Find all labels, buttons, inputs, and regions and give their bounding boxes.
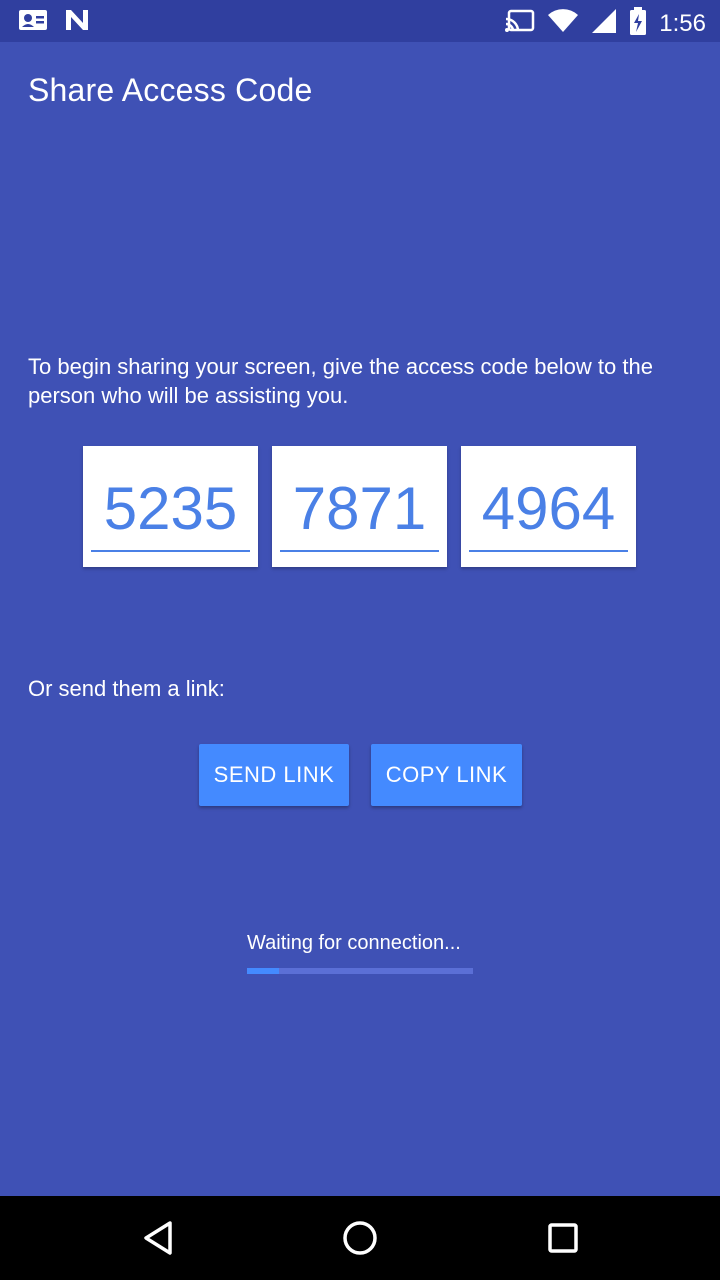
code-underline [280, 550, 439, 552]
waiting-status-text: Waiting for connection... [247, 932, 461, 954]
access-code-row: 5235 7871 4964 [83, 446, 636, 567]
send-link-button[interactable]: SEND LINK [199, 744, 349, 806]
link-button-row: SEND LINK COPY LINK [199, 744, 522, 806]
connection-progress-fill [247, 968, 279, 974]
n-app-icon [64, 8, 90, 37]
status-system-icons: 1:56 [505, 6, 706, 41]
access-code-digits: 5235 [103, 475, 238, 542]
code-underline [91, 550, 250, 552]
home-icon[interactable] [340, 1218, 380, 1258]
battery-charging-icon [629, 6, 647, 41]
connection-progress-bar [247, 968, 473, 974]
wifi-icon [547, 8, 579, 39]
access-code-digits: 7871 [292, 475, 427, 542]
contact-card-icon [18, 8, 48, 37]
share-access-code-screen: 1:56 Share Access Code To begin sharing … [0, 0, 720, 1280]
access-code-digits: 4964 [481, 475, 616, 542]
signal-icon [591, 8, 617, 39]
status-bar: 1:56 [0, 0, 720, 42]
navigation-bar [0, 1196, 720, 1280]
back-icon[interactable] [138, 1218, 178, 1258]
access-code-group-2[interactable]: 7871 [272, 446, 447, 567]
status-time: 1:56 [659, 9, 706, 37]
cast-icon [505, 8, 535, 39]
recents-icon[interactable] [543, 1218, 583, 1258]
access-code-group-3[interactable]: 4964 [461, 446, 636, 567]
status-notification-icons [18, 8, 90, 37]
copy-link-button[interactable]: COPY LINK [371, 744, 522, 806]
instructions-text: To begin sharing your screen, give the a… [28, 354, 653, 408]
page-title: Share Access Code [28, 72, 313, 108]
code-underline [469, 550, 628, 552]
send-link-label: Or send them a link: [28, 676, 225, 701]
access-code-group-1[interactable]: 5235 [83, 446, 258, 567]
